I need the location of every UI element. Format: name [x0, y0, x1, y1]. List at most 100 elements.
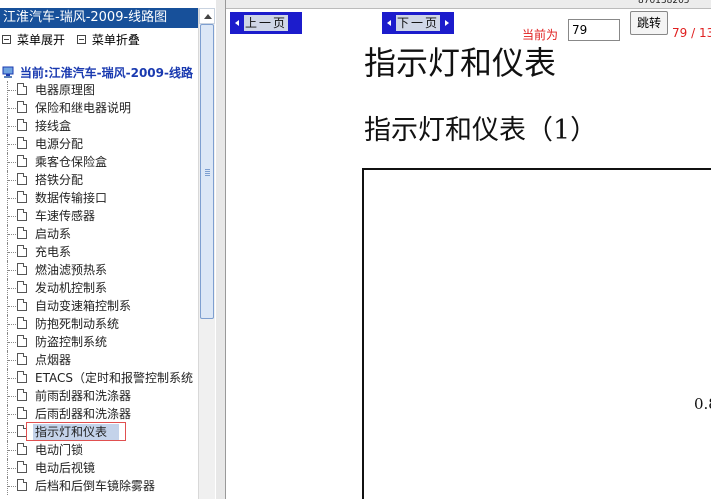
tree-item-label: 搭铁分配	[35, 173, 84, 187]
tree-item-label: 启动系	[35, 227, 72, 241]
tree-item[interactable]: 车速传感器	[0, 207, 200, 225]
document-icon	[17, 263, 27, 275]
tree-item[interactable]: 搭铁分配	[0, 171, 200, 189]
tree-item[interactable]: 后档和后倒车镜除雾器	[0, 477, 200, 495]
previous-page-label: 上一页	[244, 15, 288, 31]
tree-item[interactable]: 电动后视镜	[0, 459, 200, 477]
tree-connector	[8, 396, 16, 397]
tree-connector	[8, 306, 16, 307]
tree-list: 电器原理图 保险和继电器说明 接线盒 电源分配 乘客仓保险盒 搭铁分配 数据传输…	[0, 81, 200, 495]
document-icon	[17, 335, 27, 347]
tree-item[interactable]: 前雨刮器和洗涤器	[0, 387, 200, 405]
tree-item-label: 电动后视镜	[35, 461, 96, 475]
tree-item[interactable]: 后雨刮器和洗涤器	[0, 405, 200, 423]
tree-item[interactable]: 燃油滤预热系	[0, 261, 200, 279]
tree-item[interactable]: 数据传输接口	[0, 189, 200, 207]
document-subheading: 指示灯和仪表（1）	[364, 115, 598, 146]
grip-icon	[205, 169, 210, 176]
expand-menu-button[interactable]: 菜单展开	[0, 31, 65, 48]
tree-item-selected[interactable]: 指示灯和仪表	[0, 422, 200, 441]
tree-item[interactable]: 电源分配	[0, 135, 200, 153]
collapse-menu-button[interactable]: 菜单折叠	[75, 31, 140, 48]
tree-item[interactable]: ETACS（定时和报警控制系统	[0, 369, 200, 387]
tree-connector	[8, 162, 16, 163]
document-icon	[17, 83, 27, 95]
tree-connector	[8, 144, 16, 145]
tree-item-label: 电器原理图	[35, 83, 96, 97]
tree-item[interactable]: 点烟器	[0, 351, 200, 369]
tree-item-label: 乘客仓保险盒	[35, 155, 108, 169]
tree-connector	[8, 90, 16, 91]
tree-item-label: 保险和继电器说明	[35, 101, 132, 115]
tree-connector	[8, 270, 16, 271]
tree-connector	[8, 468, 16, 469]
page-count: 79 / 13	[672, 26, 711, 40]
tree-item-label: 前雨刮器和洗涤器	[35, 389, 132, 403]
tree-item-label: 接线盒	[35, 119, 72, 133]
document-icon	[17, 479, 27, 491]
tree-item-label: 防盗控制系统	[35, 335, 108, 349]
tree-connector	[8, 414, 16, 415]
next-page-label: 下一页	[396, 15, 440, 31]
document-icon	[17, 389, 27, 401]
tree-item[interactable]: 充电系	[0, 243, 200, 261]
tree-item[interactable]: 启动系	[0, 225, 200, 243]
tree-item[interactable]: 保险和继电器说明	[0, 99, 200, 117]
tree-item-label: 后档和后倒车镜除雾器	[35, 479, 156, 493]
panel-splitter[interactable]	[216, 0, 226, 499]
document-icon	[17, 407, 27, 419]
navigation-panel: 江淮汽车-瑞风-2009-线路图 菜单展开 菜单折叠 当前:江淮汽车-瑞风-20…	[0, 0, 216, 499]
expand-icon	[2, 35, 11, 44]
scroll-thumb[interactable]	[200, 24, 214, 319]
collapse-icon	[76, 35, 86, 44]
tree-item[interactable]: 接线盒	[0, 117, 200, 135]
document-icon	[17, 299, 27, 311]
tree-item[interactable]: 防抱死制动系统	[0, 315, 200, 333]
tree-connector	[8, 486, 16, 487]
document-icon	[17, 209, 27, 221]
tree-connector	[8, 126, 16, 127]
tree-item[interactable]: 电器原理图	[0, 81, 200, 99]
tree-item-label: 电源分配	[35, 137, 84, 151]
tree-item[interactable]: 自动变速箱控制系	[0, 297, 200, 315]
tree-connector	[8, 360, 16, 361]
expand-menu-label: 菜单展开	[17, 33, 66, 47]
arrow-left-icon	[235, 20, 239, 26]
document-icon	[17, 353, 27, 365]
previous-page-button[interactable]: 上一页	[230, 12, 302, 34]
tree-connector	[8, 180, 16, 181]
sidebar-scrollbar[interactable]	[198, 8, 215, 499]
document-viewer[interactable]: 指示灯和仪表 指示灯和仪表（1） 0.8	[226, 42, 711, 499]
jump-button[interactable]: 跳转	[630, 11, 668, 35]
page-number-input[interactable]	[568, 19, 620, 41]
tree-item[interactable]: 乘客仓保险盒	[0, 153, 200, 171]
tree-item-label: 数据传输接口	[35, 191, 108, 205]
document-icon	[17, 119, 27, 131]
document-icon	[17, 245, 27, 257]
tree-connector	[8, 432, 16, 433]
tree-item-label: 点烟器	[35, 353, 72, 367]
scroll-up-arrow-icon[interactable]	[199, 8, 215, 24]
arrow-left-icon	[387, 20, 391, 26]
arrow-right-icon	[445, 20, 449, 26]
tree-item[interactable]: 电动门锁	[0, 441, 200, 459]
next-page-button[interactable]: 下一页	[382, 12, 454, 34]
tree-item-label: 发动机控制系	[35, 281, 108, 295]
tree-connector	[8, 324, 16, 325]
tree-connector	[8, 216, 16, 217]
tree-item[interactable]: 发动机控制系	[0, 279, 200, 297]
tree-item[interactable]: 防盗控制系统	[0, 333, 200, 351]
document-icon	[17, 137, 27, 149]
document-icon	[17, 371, 27, 383]
tree-item-label: 后雨刮器和洗涤器	[35, 407, 132, 421]
document-icon	[17, 317, 27, 329]
document-icon	[17, 227, 27, 239]
tree-root[interactable]: 当前:江淮汽车-瑞风-2009-线路	[2, 64, 202, 82]
tree-item-label: 充电系	[35, 245, 72, 259]
tree-connector	[8, 108, 16, 109]
wiring-diagram-frame: 0.8	[362, 168, 711, 499]
document-icon	[17, 191, 27, 203]
document-icon	[17, 101, 27, 113]
tree-connector	[8, 288, 16, 289]
page-toolbar: 870138205 上一页 下一页 当前为 跳转 79 / 13	[226, 0, 711, 42]
